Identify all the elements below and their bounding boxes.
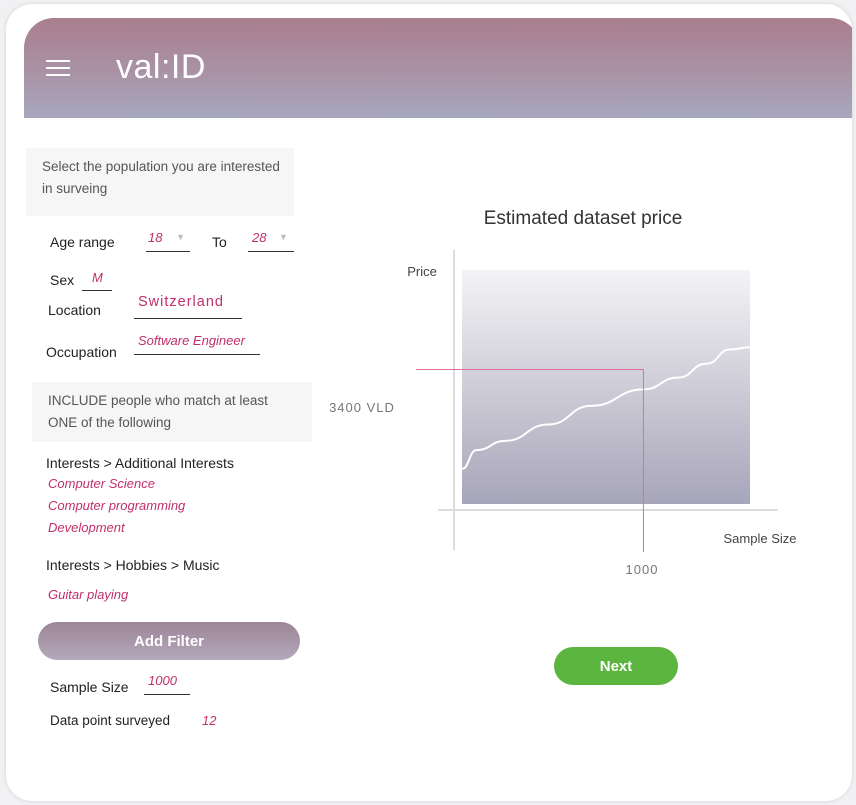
hamburger-menu-icon[interactable] (46, 60, 70, 76)
sex-label: Sex (50, 272, 75, 288)
interest-item[interactable]: Development (48, 520, 125, 535)
occupation-underline (134, 354, 260, 355)
interest-group-path: Interests > Additional Interests (46, 455, 234, 471)
chart-title: Estimated dataset price (484, 208, 683, 229)
age-range-label: Age range (50, 234, 115, 250)
data-points-value: 12 (202, 713, 217, 728)
chevron-down-icon: ▼ (279, 232, 288, 242)
intro-box: Select the population you are interested… (26, 148, 294, 216)
interest-group-path: Interests > Hobbies > Music (46, 557, 220, 573)
chart-plot-area (462, 270, 750, 504)
price-curve (461, 346, 751, 470)
interest-item[interactable]: Computer programming (48, 498, 185, 513)
location-underline (134, 318, 242, 319)
occupation-field[interactable]: Software Engineer (138, 333, 245, 348)
age-to-label: To (212, 234, 227, 250)
app-bar: val:ID (24, 18, 852, 118)
sample-size-underline (144, 694, 190, 695)
sample-size-label: Sample Size (50, 679, 129, 695)
app-title: val:ID (116, 48, 206, 86)
marker-y-label: 3400 VLD (329, 400, 395, 415)
data-points-label: Data point surveyed (50, 713, 171, 728)
include-box: INCLUDE people who match at least ONE of… (32, 382, 312, 442)
location-label: Location (48, 302, 101, 318)
age-from-underline (146, 251, 190, 252)
chevron-down-icon: ▼ (176, 232, 185, 242)
next-button[interactable]: Next (554, 647, 678, 685)
add-filter-button[interactable]: Add Filter (38, 622, 300, 660)
app-window: val:ID Select the population you are int… (6, 4, 852, 801)
interest-item[interactable]: Guitar playing (48, 587, 128, 602)
sex-underline (82, 290, 112, 291)
age-from-select[interactable]: 18 (148, 230, 162, 245)
sample-size-field[interactable]: 1000 (148, 673, 177, 688)
y-axis-label: Price (407, 264, 437, 279)
age-to-underline (248, 251, 294, 252)
x-axis-label: Sample Size (724, 531, 797, 546)
sex-field[interactable]: M (92, 270, 103, 285)
marker-x-label: 1000 (626, 562, 659, 577)
interest-item[interactable]: Computer Science (48, 476, 155, 491)
location-field[interactable]: Switzerland (138, 294, 224, 310)
age-to-select[interactable]: 28 (252, 230, 266, 245)
occupation-label: Occupation (46, 344, 117, 360)
